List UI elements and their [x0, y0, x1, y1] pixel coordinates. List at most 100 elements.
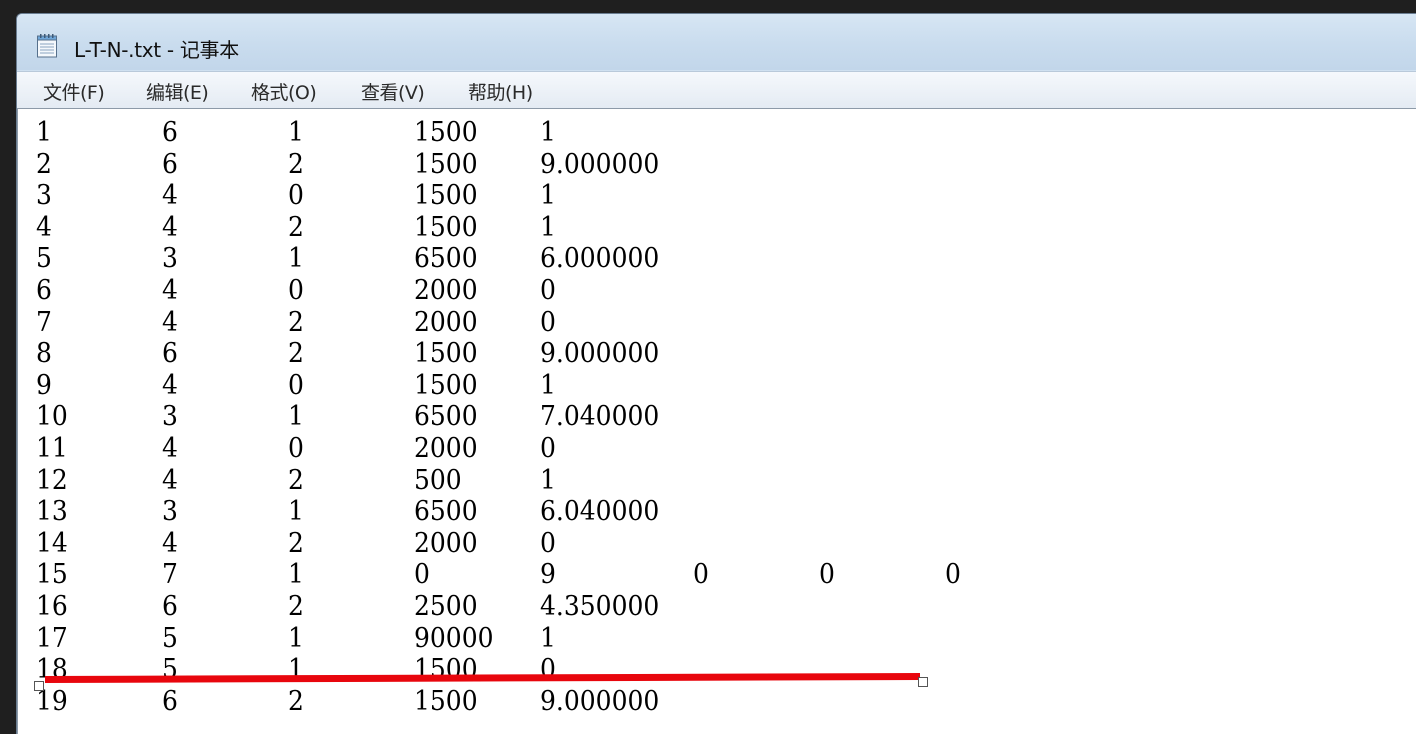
text-value: 2 [288, 590, 304, 622]
text-value: 5 [162, 621, 178, 653]
text-value: 0 [540, 526, 556, 559]
text-line: 16 6 2 2500 4.350000 [18, 590, 1416, 622]
text-value: 4 [162, 368, 178, 401]
text-value: 4 [162, 432, 178, 464]
text-value: 0 [945, 558, 961, 590]
text-value: 6 [162, 147, 178, 179]
text-value: 2500 [414, 590, 478, 622]
text-line: 15 7 1 0 9 0 0 0 [18, 558, 1416, 590]
text-value: 4 [36, 210, 52, 243]
text-value: 4 [162, 463, 178, 495]
menu-help[interactable]: 帮助(H) [468, 77, 533, 106]
text-value: 9 [36, 368, 52, 401]
text-value: 4 [162, 526, 178, 559]
selection-handle-right[interactable] [918, 677, 928, 687]
red-underline-annotation [45, 673, 920, 683]
text-value: 2000 [414, 526, 478, 559]
text-value: 2 [288, 210, 304, 243]
text-line: 14 4 2 2000 0 [18, 527, 1416, 559]
text-value: 0 [819, 558, 835, 590]
text-value: 2 [288, 526, 304, 559]
menu-bar: 文件(F) 编辑(E) 格式(O) 查看(V) 帮助(H) [17, 71, 1416, 108]
text-value: 6.000000 [540, 242, 660, 274]
text-value: 0 [414, 558, 430, 590]
text-value: 0 [693, 558, 709, 590]
text-value: 4 [162, 179, 178, 211]
text-value: 2 [288, 684, 304, 717]
text-value: 1 [540, 210, 556, 243]
selection-handle-left[interactable] [34, 681, 44, 691]
text-value: 6 [162, 590, 178, 622]
text-value: 90000 [414, 621, 494, 653]
text-value: 1 [288, 495, 304, 527]
text-value: 1500 [414, 116, 478, 148]
text-value: 1 [288, 116, 304, 148]
text-value: 1 [540, 621, 556, 653]
text-value: 0 [288, 274, 304, 306]
text-line: 11 4 0 2000 0 [18, 432, 1416, 464]
text-value: 6 [36, 274, 52, 306]
text-value: 2 [288, 147, 304, 179]
text-value: 10 [36, 400, 68, 432]
text-value: 1 [288, 400, 304, 432]
text-value: 1 [288, 621, 304, 653]
text-value: 1 [288, 558, 304, 590]
text-value: 500 [414, 463, 462, 495]
text-value: 0 [540, 274, 556, 306]
text-value: 1 [288, 242, 304, 274]
text-line: 13 3 1 6500 6.040000 [18, 495, 1416, 527]
text-value: 1500 [414, 337, 478, 369]
text-line: 8 6 2 1500 9.000000 [18, 337, 1416, 369]
text-value: 6 [162, 116, 178, 148]
text-value: 2 [288, 305, 304, 337]
text-value: 6 [162, 337, 178, 369]
menu-edit[interactable]: 编辑(E) [146, 77, 209, 106]
text-value: 4.350000 [540, 590, 660, 622]
text-value: 0 [288, 432, 304, 464]
text-value: 8 [36, 337, 52, 369]
text-value: 16 [36, 590, 68, 622]
text-value: 12 [36, 463, 68, 495]
text-line: 1 6 1 1500 1 [18, 116, 1416, 148]
menu-format[interactable]: 格式(O) [251, 77, 317, 106]
text-value: 11 [36, 432, 68, 464]
text-value: 1500 [414, 147, 478, 179]
text-value: 1 [540, 116, 556, 148]
text-value: 17 [36, 621, 68, 653]
text-value: 2000 [414, 432, 478, 464]
text-value: 6.040000 [540, 495, 660, 527]
text-value: 7 [162, 558, 178, 590]
text-value: 3 [36, 179, 52, 211]
text-value: 4 [162, 305, 178, 337]
text-value: 3 [162, 495, 178, 527]
text-line: 7 4 2 2000 0 [18, 306, 1416, 338]
title-bar[interactable]: L-T-N-.txt - 记事本 [17, 14, 1416, 70]
text-value: 0 [288, 179, 304, 211]
text-value: 4 [162, 274, 178, 306]
text-value: 1500 [414, 179, 478, 211]
text-value: 13 [36, 495, 68, 527]
text-value: 1 [540, 368, 556, 401]
text-value: 15 [36, 558, 68, 590]
text-value: 7 [36, 305, 52, 337]
text-line: 12 4 2 500 1 [18, 464, 1416, 496]
menu-file[interactable]: 文件(F) [43, 77, 105, 106]
notepad-window: L-T-N-.txt - 记事本 文件(F) 编辑(E) 格式(O) 查看(V)… [16, 13, 1416, 734]
text-value: 0 [288, 368, 304, 401]
text-value: 0 [540, 305, 556, 337]
text-value: 2 [36, 147, 52, 179]
text-value: 2000 [414, 305, 478, 337]
menu-view[interactable]: 查看(V) [361, 77, 425, 106]
text-editor-area[interactable]: 1 6 1 1500 1 2 6 2 1500 9.000000 3 4 0 1500 1 4 4 2 1500 1 5… [17, 108, 1416, 734]
text-value: 4 [162, 210, 178, 243]
text-line: 5 3 1 6500 6.000000 [18, 242, 1416, 274]
text-line: 6 4 0 2000 0 [18, 274, 1416, 306]
text-value: 1500 [414, 368, 478, 401]
text-value: 6500 [414, 242, 478, 274]
text-value: 3 [162, 242, 178, 274]
text-value: 2 [288, 463, 304, 495]
text-value: 9 [540, 558, 556, 590]
window-title: L-T-N-.txt - 记事本 [74, 38, 239, 62]
text-value: 6 [162, 684, 178, 717]
text-line: 17 5 1 90000 1 [18, 622, 1416, 654]
